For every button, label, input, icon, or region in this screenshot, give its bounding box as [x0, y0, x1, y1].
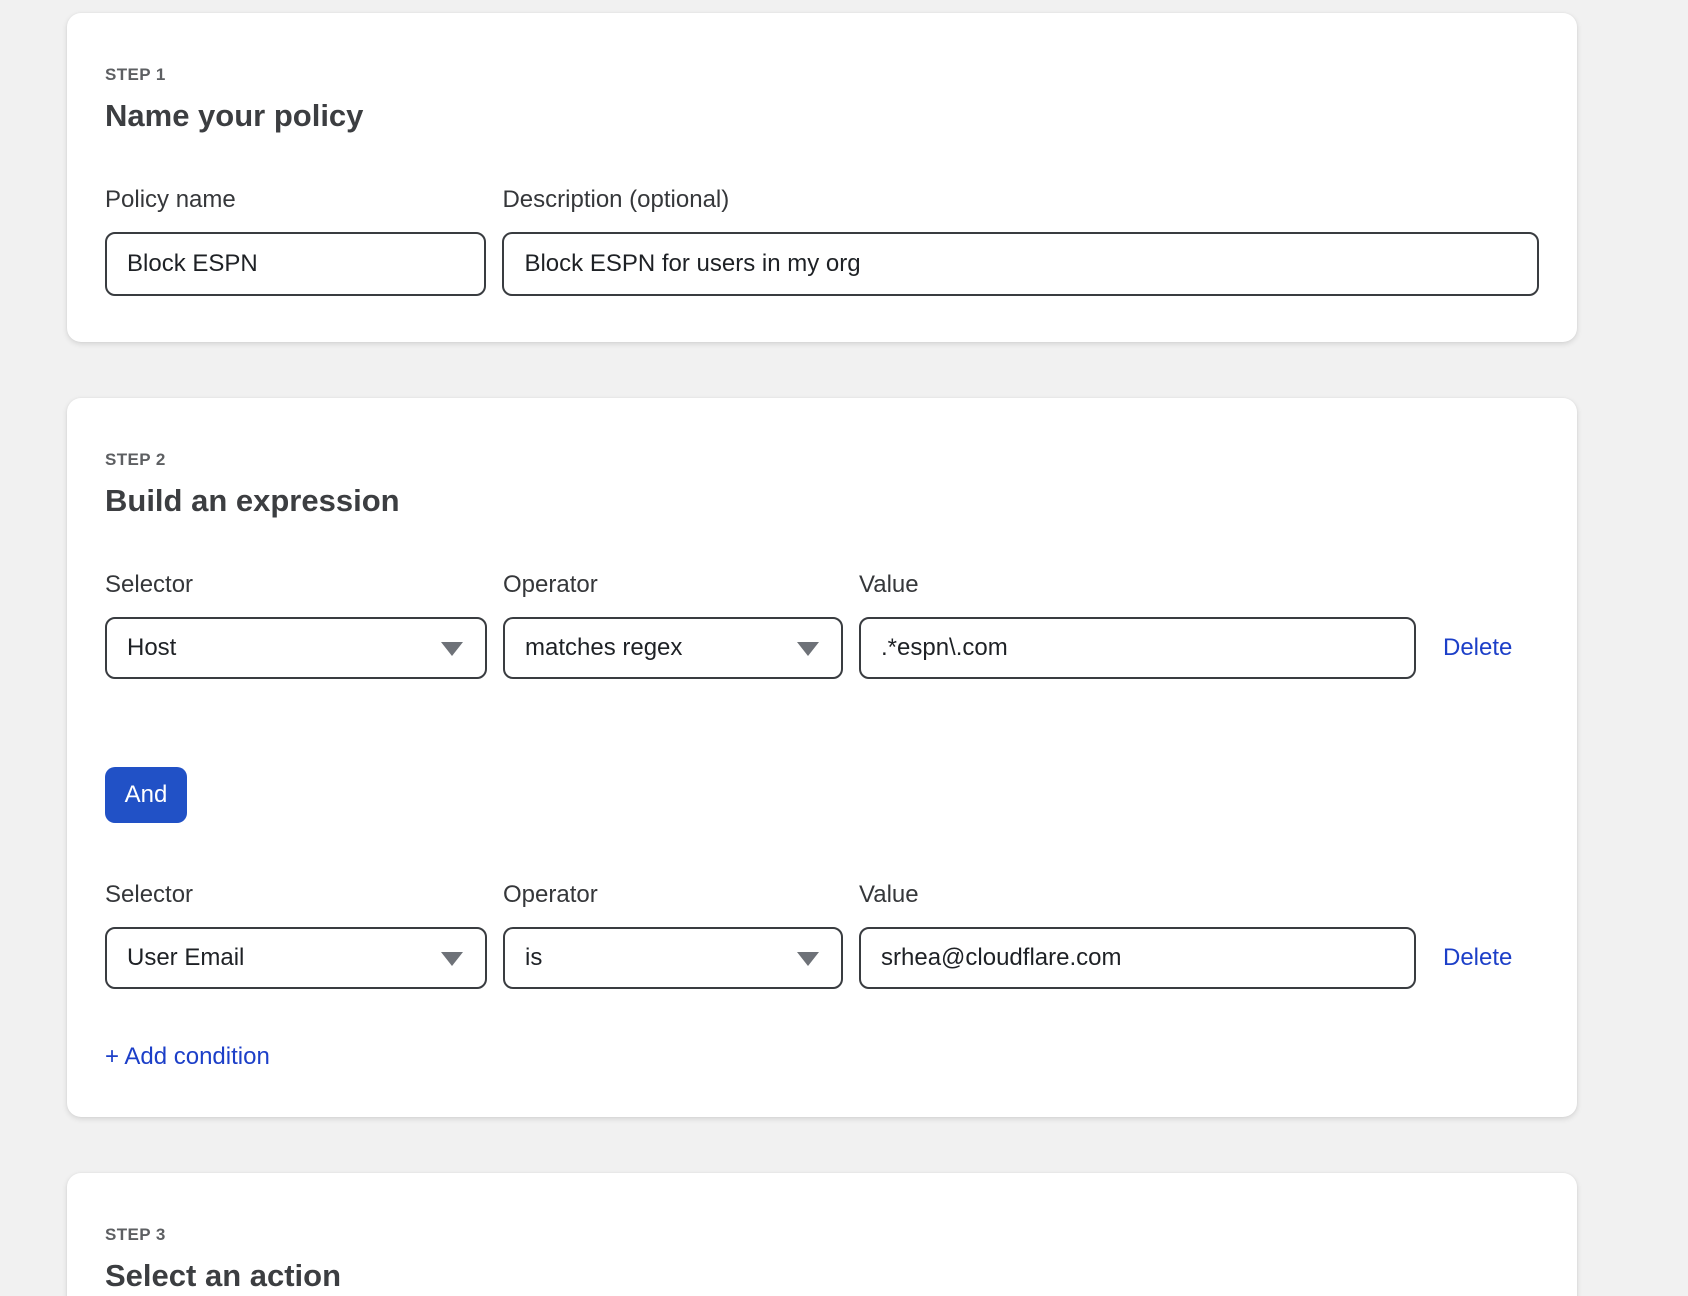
- description-input[interactable]: [502, 232, 1539, 296]
- chevron-down-icon: [797, 952, 819, 966]
- condition2-operator-group: Operator is: [503, 881, 843, 989]
- and-button[interactable]: And: [105, 767, 187, 823]
- condition1-selector-group: Selector Host: [105, 571, 487, 679]
- step2-label: STEP 2: [105, 450, 1539, 470]
- description-label: Description (optional): [502, 186, 1539, 214]
- step1-label: STEP 1: [105, 65, 1539, 85]
- policy-name-field-group: Policy name: [105, 186, 486, 296]
- step3-card: STEP 3 Select an action: [67, 1173, 1577, 1296]
- condition2-selector-dropdown[interactable]: User Email: [105, 927, 487, 989]
- condition1-value-input[interactable]: [859, 617, 1416, 679]
- chevron-down-icon: [441, 642, 463, 656]
- condition2-operator-value: is: [525, 944, 542, 972]
- selector-label: Selector: [105, 571, 487, 599]
- condition2-value-input[interactable]: [859, 927, 1416, 989]
- selector-label: Selector: [105, 881, 487, 909]
- condition2-selector-value: User Email: [127, 944, 244, 972]
- condition2-value-group: Value: [859, 881, 1416, 989]
- step1-fields-row: Policy name Description (optional): [105, 186, 1539, 296]
- add-condition-link[interactable]: + Add condition: [105, 1043, 270, 1071]
- operator-label: Operator: [503, 881, 843, 909]
- condition1-operator-value: matches regex: [525, 634, 682, 662]
- condition2-delete-link[interactable]: Delete: [1443, 944, 1512, 972]
- chevron-down-icon: [797, 642, 819, 656]
- description-field-group: Description (optional): [502, 186, 1539, 296]
- value-label: Value: [859, 881, 1416, 909]
- step3-title: Select an action: [105, 1258, 1539, 1294]
- condition1-operator-group: Operator matches regex: [503, 571, 843, 679]
- condition2-selector-group: Selector User Email: [105, 881, 487, 989]
- step2-title: Build an expression: [105, 483, 1539, 519]
- condition1-delete-link[interactable]: Delete: [1443, 634, 1512, 662]
- policy-builder: STEP 1 Name your policy Policy name Desc…: [67, 13, 1577, 1296]
- operator-label: Operator: [503, 571, 843, 599]
- chevron-down-icon: [441, 952, 463, 966]
- value-label: Value: [859, 571, 1416, 599]
- policy-name-label: Policy name: [105, 186, 486, 214]
- step2-card: STEP 2 Build an expression Selector Host…: [67, 398, 1577, 1117]
- condition-row-2: Selector User Email Operator is Value De…: [105, 881, 1539, 989]
- policy-name-input[interactable]: [105, 232, 486, 296]
- condition1-value-group: Value: [859, 571, 1416, 679]
- step1-title: Name your policy: [105, 98, 1539, 134]
- step1-card: STEP 1 Name your policy Policy name Desc…: [67, 13, 1577, 342]
- condition2-operator-dropdown[interactable]: is: [503, 927, 843, 989]
- condition1-selector-value: Host: [127, 634, 176, 662]
- condition1-selector-dropdown[interactable]: Host: [105, 617, 487, 679]
- condition1-operator-dropdown[interactable]: matches regex: [503, 617, 843, 679]
- step3-label: STEP 3: [105, 1225, 1539, 1245]
- condition-row-1: Selector Host Operator matches regex Val…: [105, 571, 1539, 679]
